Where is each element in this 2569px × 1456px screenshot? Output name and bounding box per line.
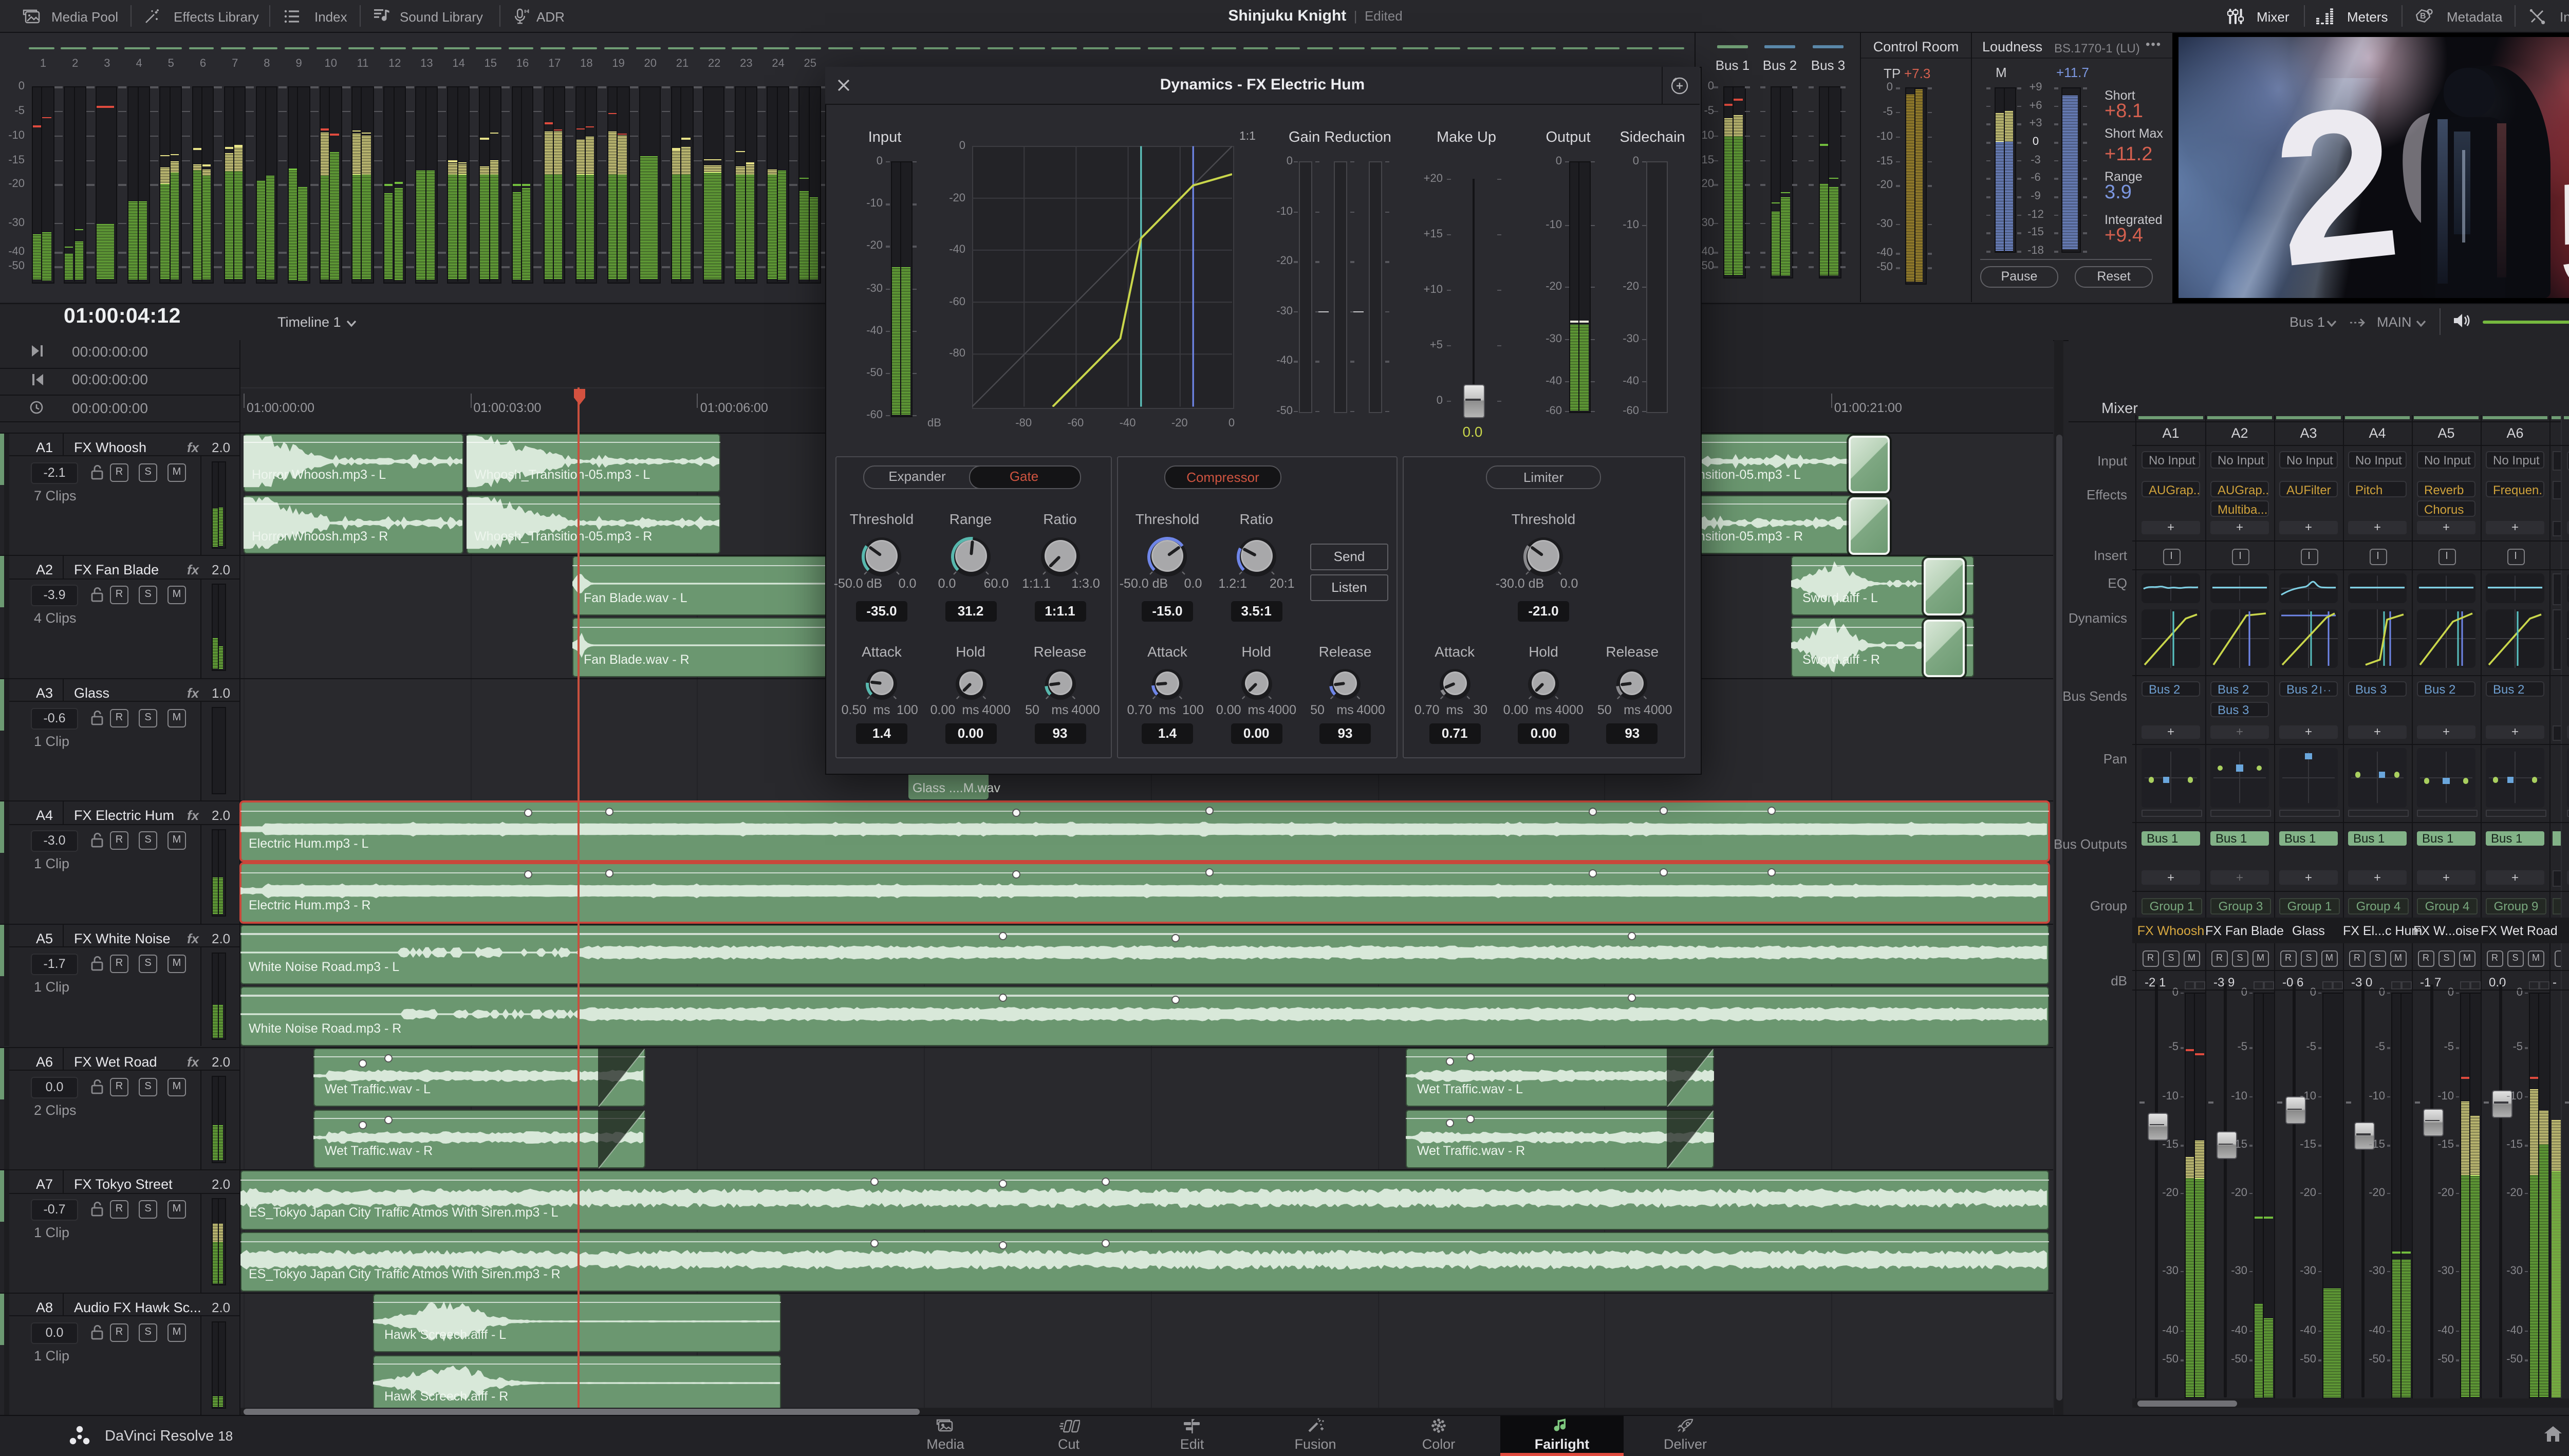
- svg-text:B: B: [2420, 12, 2426, 21]
